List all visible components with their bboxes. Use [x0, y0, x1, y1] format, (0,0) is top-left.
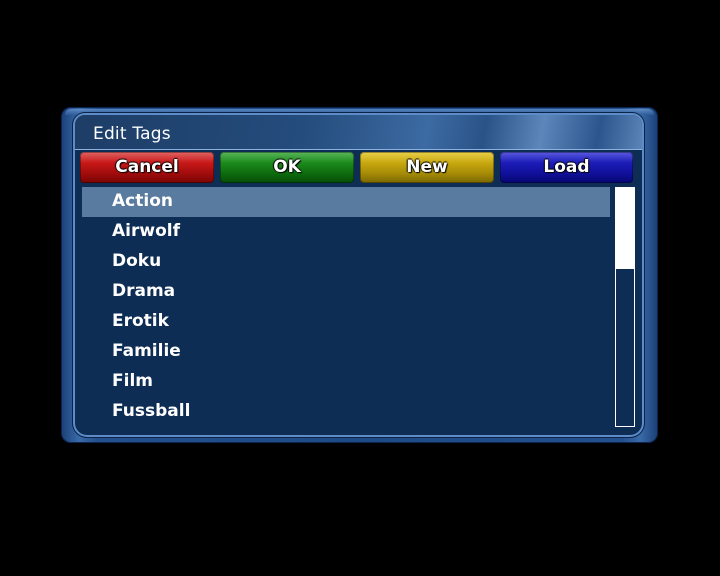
tag-row-fussball[interactable]: Fussball: [82, 397, 610, 427]
dialog-title: Edit Tags: [93, 124, 171, 144]
scrollbar-thumb[interactable]: [616, 188, 634, 269]
tag-row-film[interactable]: Film: [82, 367, 610, 397]
tag-label: Doku: [112, 251, 162, 271]
tag-label: Drama: [112, 281, 176, 301]
tag-row-drama[interactable]: Drama: [82, 277, 610, 307]
dialog-titlebar: Edit Tags: [75, 115, 642, 150]
tag-row-erotik[interactable]: Erotik: [82, 307, 610, 337]
tag-label: Airwolf: [112, 221, 180, 241]
cancel-button[interactable]: Cancel: [80, 152, 214, 183]
tag-row-doku[interactable]: Doku: [82, 247, 610, 277]
tag-list[interactable]: Action Airwolf Doku Drama Erotik Familie…: [82, 187, 610, 429]
new-button[interactable]: New: [360, 152, 494, 183]
tag-label: Film: [112, 371, 153, 391]
ok-button[interactable]: OK: [220, 152, 354, 183]
tag-label: Erotik: [112, 311, 169, 331]
tag-label: Action: [112, 191, 173, 211]
screen: Edit Tags Cancel OK New Load Action Airw…: [0, 0, 720, 576]
tag-row-familie[interactable]: Familie: [82, 337, 610, 367]
tag-row-airwolf[interactable]: Airwolf: [82, 217, 610, 247]
tag-label: Fussball: [112, 401, 191, 421]
tag-row-action[interactable]: Action: [82, 187, 610, 217]
load-button[interactable]: Load: [500, 152, 633, 183]
tag-label: Familie: [112, 341, 181, 361]
list-scrollbar[interactable]: [615, 187, 635, 427]
